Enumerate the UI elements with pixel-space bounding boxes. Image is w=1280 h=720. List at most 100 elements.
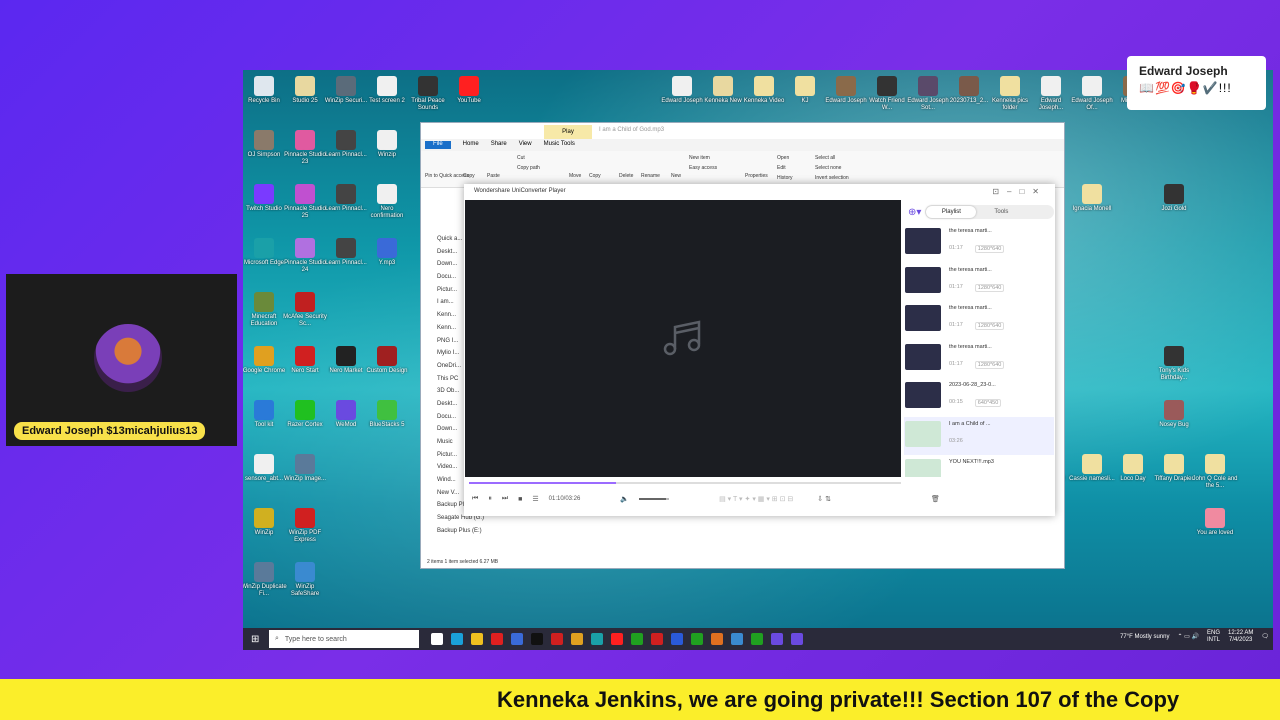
playlist-item[interactable]: 2023-06-28_23-0... 00:15 640*450 (904, 378, 1054, 417)
desktop-icon[interactable]: Studio 25 (282, 76, 328, 105)
desktop-icon[interactable]: Nero confirmation (364, 184, 410, 220)
desktop-icon[interactable]: Kenneka New (700, 76, 746, 105)
desktop-icon[interactable]: John Q Cole and the 5... (1192, 454, 1238, 490)
desktop-icon[interactable]: McAfee Security Sc... (282, 292, 328, 328)
desktop-icon[interactable]: sensore_abt... (243, 454, 287, 483)
ribbon-command[interactable]: History (777, 175, 793, 181)
clock[interactable]: 12:22 AM 7/4/2023 (1228, 630, 1253, 644)
taskbar-app-icon[interactable] (771, 633, 783, 645)
taskbar-search[interactable]: ⌕ Type here to search (269, 630, 419, 648)
desktop-icon[interactable]: WinZip SafeShare (282, 562, 328, 598)
desktop-icon[interactable]: Watch Friend W... (864, 76, 910, 112)
ribbon-tab[interactable]: View (519, 141, 532, 149)
desktop-icon[interactable]: Edward Joseph... (1028, 76, 1074, 112)
language[interactable]: ENG INTL (1207, 630, 1220, 644)
desktop-icon[interactable]: Razer Cortex (282, 400, 328, 429)
playlist-item[interactable]: I am a Child of ... 03:26 (904, 416, 1054, 455)
taskbar-app-icon[interactable] (711, 633, 723, 645)
playlist-item[interactable]: the teresa marti... 01:17 1280*640 (904, 340, 1054, 379)
taskbar-app-icon[interactable] (651, 633, 663, 645)
desktop-icon[interactable]: Tool kit (243, 400, 287, 429)
taskbar-app-icon[interactable] (731, 633, 743, 645)
progress-bar[interactable] (469, 482, 901, 484)
desktop-icon[interactable]: Learn Pinnacl... (323, 184, 369, 213)
ribbon-command[interactable]: New item (689, 155, 710, 161)
ribbon-tab[interactable]: Home (463, 141, 479, 149)
desktop-icon[interactable]: YouTube (446, 76, 492, 105)
taskbar-app-icon[interactable] (691, 633, 703, 645)
playlist-item[interactable]: the teresa marti... 01:17 1280*640 (904, 224, 1054, 263)
add-playlist-icon[interactable]: ⊕▾ (908, 207, 921, 218)
ribbon-command[interactable]: Paste (487, 173, 500, 179)
taskbar-app-icon[interactable] (631, 633, 643, 645)
taskbar-app-icon[interactable] (451, 633, 463, 645)
ribbon-command[interactable]: Delete (619, 173, 633, 179)
desktop-icon[interactable]: Learn Pinnacl... (323, 130, 369, 159)
desktop-icon[interactable]: BlueStacks 5 (364, 400, 410, 429)
ribbon-command[interactable]: Open (777, 155, 789, 161)
desktop-icon[interactable]: Kenneka Video (741, 76, 787, 105)
taskbar-app-icon[interactable] (431, 633, 443, 645)
desktop-icon[interactable]: WinZip Securi... (323, 76, 369, 105)
playlist-item[interactable]: YOU NEXT!!!.mp3 (904, 455, 1054, 477)
ribbon-command[interactable]: Copy (589, 173, 601, 179)
desktop-icon[interactable]: Edward Joseph (823, 76, 869, 105)
tab-tools[interactable]: Tools (976, 206, 1026, 218)
desktop-icon[interactable]: Recycle Bin (243, 76, 287, 105)
desktop-icon[interactable]: 20230713_2... (946, 76, 992, 105)
toolbar-icons[interactable]: ▤ ▾ T ▾ ✦ ▾ ▦ ▾ ⊞ ⊡ ⊟ (719, 495, 793, 503)
notification-icon[interactable]: 🗨 (1261, 634, 1269, 641)
ribbon-command[interactable]: Select all (815, 155, 835, 161)
windows-start-icon[interactable]: ⊞ (251, 634, 259, 645)
desktop-icon[interactable]: Nero Start (282, 346, 328, 375)
delete-icon[interactable]: 🗑 (931, 495, 940, 503)
desktop-icon[interactable]: Nero Market (323, 346, 369, 375)
ribbon-tab[interactable]: File (425, 141, 451, 149)
desktop-icon[interactable]: Edward Joseph Of... (1069, 76, 1115, 112)
settings-icons[interactable]: ⇩ ⇅ (817, 495, 831, 503)
ribbon-command[interactable]: Easy access (689, 165, 717, 171)
playlist-item[interactable]: the teresa marti... 01:17 1280*640 (904, 263, 1054, 302)
desktop-icon[interactable]: Tony's Kids Birthday... (1151, 346, 1197, 382)
desktop-icon[interactable]: Test screen 2 (364, 76, 410, 105)
desktop-icon[interactable]: Loco Day (1110, 454, 1156, 483)
nav-item[interactable]: Backup Plus (E:) (421, 525, 506, 538)
taskbar-app-icon[interactable] (491, 633, 503, 645)
volume-slider[interactable] (639, 498, 670, 500)
playlist-item[interactable]: the teresa marti... 01:17 1280*640 (904, 301, 1054, 340)
ribbon-command[interactable]: Edit (777, 165, 786, 171)
taskbar-app-icon[interactable] (571, 633, 583, 645)
tray-icons[interactable]: ⌃ ▭ 🔊 (1177, 634, 1199, 641)
ribbon-tab[interactable]: Music Tools (544, 141, 575, 149)
desktop-icon[interactable]: Y.mp3 (364, 238, 410, 267)
desktop-icon[interactable]: Nosey Bug (1151, 400, 1197, 429)
desktop-icon[interactable]: Pinnacle Studio 23 (282, 130, 328, 166)
desktop-icon[interactable]: Twitch Studio (243, 184, 287, 213)
desktop-icon[interactable]: Jozi Gold (1151, 184, 1197, 213)
desktop-icon[interactable]: Pinnacle Studio 25 (282, 184, 328, 220)
previous-icon[interactable]: ⏮ (472, 495, 478, 503)
ribbon-command[interactable]: Copy path (517, 165, 540, 171)
tab-playlist[interactable]: Playlist (926, 206, 977, 218)
desktop-icon[interactable]: WeMod (323, 400, 369, 429)
taskbar-app-icon[interactable] (551, 633, 563, 645)
ribbon-command[interactable]: Select none (815, 165, 841, 171)
desktop-icon[interactable]: Edward Joseph (659, 76, 705, 105)
desktop-icon[interactable]: Microsoft Edge (243, 238, 287, 267)
desktop-icon[interactable]: Pinnacle Studio 24 (282, 238, 328, 274)
desktop-icon[interactable]: KJ (782, 76, 828, 105)
desktop-icon[interactable]: WinZip PDF Express (282, 508, 328, 544)
window-controls[interactable]: ⊡–□✕ (992, 187, 1047, 196)
desktop-icon[interactable]: Google Chrome (243, 346, 287, 375)
desktop-icon[interactable]: Custom Design (364, 346, 410, 375)
ribbon-command[interactable]: Move (569, 173, 581, 179)
stop-icon[interactable]: ■ (518, 496, 522, 503)
volume-icon[interactable]: 🔈 (620, 495, 629, 503)
desktop-icon[interactable]: Winzip (364, 130, 410, 159)
desktop-icon[interactable]: Tiffany Drapier (1151, 454, 1197, 483)
ribbon-command[interactable]: Copy (463, 173, 475, 179)
taskbar-app-icon[interactable] (791, 633, 803, 645)
desktop-icon[interactable]: WinZip (243, 508, 287, 537)
desktop-icon[interactable]: Minecraft Education (243, 292, 287, 328)
desktop-icon[interactable]: OJ Simpson (243, 130, 287, 159)
